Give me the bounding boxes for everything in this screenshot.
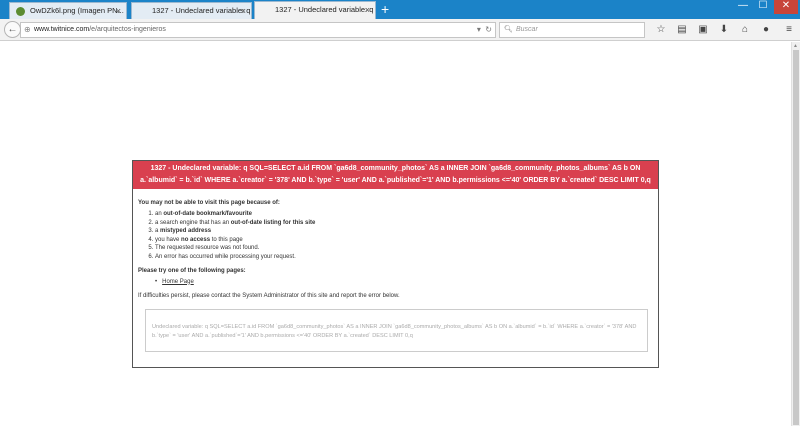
tab-error-2[interactable]: 1327 - Undeclared variable: q S... × — [254, 1, 376, 20]
close-tab-icon[interactable]: × — [241, 3, 246, 19]
navigation-bar: ⊕ www.twitnice.com/e/arquitectos-ingenie… — [0, 19, 800, 41]
reason-emphasis: no access — [181, 236, 211, 243]
maximize-icon[interactable]: ☐ — [754, 0, 772, 14]
scrollbar-thumb[interactable] — [793, 50, 799, 425]
tab-image[interactable]: OwDZk6l.png (Imagen PN... × — [9, 2, 127, 19]
page-list: Home Page — [155, 279, 653, 285]
reason-text: to this page — [210, 236, 243, 243]
globe-icon: ⊕ — [24, 25, 31, 34]
url-bar[interactable]: ⊕ www.twitnice.com/e/arquitectos-ingenie… — [20, 22, 496, 38]
reason-item: a search engine that has an out-of-date … — [155, 220, 653, 227]
error-detail: Undeclared variable: q SQL=SELECT a.id F… — [145, 308, 648, 352]
reason-emphasis: mistyped address — [160, 228, 212, 234]
close-window-icon[interactable]: ✕ — [774, 0, 798, 14]
error-header: 1327 - Undeclared variable: q SQL=SELECT… — [133, 161, 658, 189]
try-text: Please try one of the following pages: — [138, 267, 246, 274]
search-icon: 🔍︎ — [504, 26, 513, 33]
image-favicon-icon — [16, 7, 25, 16]
reason-emphasis: out-of-date bookmark/favourite — [163, 211, 253, 217]
url-path: /e/arquitectos-ingenieros — [89, 26, 166, 33]
home-icon[interactable]: ⌂ — [738, 23, 752, 37]
reason-item: you have no access to this page — [155, 237, 653, 244]
bookmark-star-icon[interactable]: ☆ — [654, 23, 668, 37]
tab-label: 1327 - Undeclared variable: q S... — [275, 5, 376, 14]
search-input[interactable]: 🔍︎ Buscar — [499, 22, 645, 38]
url-domain: www.twitnice.com — [34, 26, 90, 33]
error-body: You may not be able to visit this page b… — [133, 189, 658, 352]
download-icon[interactable]: ⬇ — [717, 23, 731, 37]
reading-list-icon[interactable]: ▤ — [675, 23, 689, 37]
reason-item: an out-of-date bookmark/favourite — [155, 211, 653, 218]
reason-item: a mistyped address — [155, 228, 653, 235]
reason-item: The requested resource was not found. — [155, 245, 653, 252]
tab-bar: OwDZk6l.png (Imagen PN... × 1327 - Undec… — [0, 0, 800, 20]
vertical-scrollbar[interactable]: ▲ — [791, 42, 800, 426]
search-placeholder: Buscar — [516, 26, 538, 33]
bookmarks-icon[interactable]: ▣ — [696, 23, 710, 37]
reason-text: The requested resource was not found. — [155, 245, 260, 251]
tab-error-1[interactable]: 1327 - Undeclared variable: q S... × — [131, 2, 252, 19]
minimize-icon[interactable]: — — [734, 0, 752, 14]
reason-item: An error has occurred while processing y… — [155, 254, 653, 261]
reason-text: a search engine that has an — [155, 219, 231, 226]
reason-list: an out-of-date bookmark/favouritea searc… — [155, 211, 653, 261]
back-arrow-icon[interactable]: ← — [4, 21, 21, 38]
close-tab-icon[interactable]: × — [116, 3, 121, 19]
list-item: Home Page — [155, 279, 653, 285]
error-box: 1327 - Undeclared variable: q SQL=SELECT… — [132, 160, 659, 368]
tab-label: OwDZk6l.png (Imagen PN... — [30, 6, 124, 15]
home-page-link[interactable]: Home Page — [162, 279, 194, 285]
new-tab-icon[interactable]: + — [381, 2, 389, 16]
menu-icon[interactable]: ≡ — [782, 23, 796, 37]
error-intro: You may not be able to visit this page b… — [138, 200, 280, 206]
reason-text: you have — [155, 236, 182, 243]
reason-text: An error has occurred while processing y… — [155, 253, 296, 260]
close-tab-icon[interactable]: × — [365, 2, 370, 18]
chat-icon[interactable]: ● — [759, 23, 773, 37]
scroll-up-icon[interactable]: ▲ — [793, 43, 798, 49]
tab-label: 1327 - Undeclared variable: q S... — [152, 6, 251, 15]
contact-text: If difficulties persist, please contact … — [138, 292, 400, 299]
reason-emphasis: out-of-date listing for this site — [230, 219, 316, 226]
reload-icon[interactable]: ▾ ↻ — [477, 23, 492, 37]
